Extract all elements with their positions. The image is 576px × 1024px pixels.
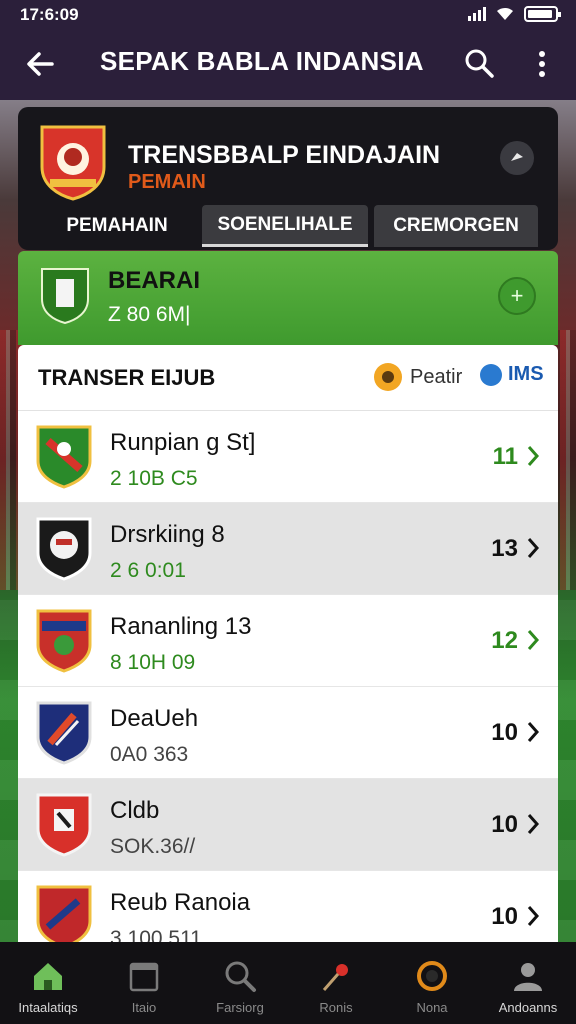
- chevron-right-icon: [527, 446, 540, 466]
- nav-item-home[interactable]: Intaalatiqs: [0, 942, 96, 1024]
- nav-item-whistle[interactable]: Ronis: [288, 942, 384, 1024]
- user-icon: [514, 963, 542, 991]
- nav-label: Nona: [416, 1000, 448, 1015]
- nav-item-ball[interactable]: Nona: [384, 942, 480, 1024]
- plus-icon[interactable]: +: [498, 277, 536, 315]
- nav-label: Farsiorg: [216, 1000, 264, 1015]
- list-item[interactable]: Reub Ranoia 3 100 511 10: [18, 871, 558, 942]
- club-name: Drsrkiing 8: [110, 521, 225, 548]
- chevron-right-icon: [527, 814, 540, 834]
- club-stat: 0A0 363: [110, 743, 189, 766]
- filter-peatir-label: Peatir: [410, 365, 463, 388]
- club-name: Reub Ranoia: [110, 889, 251, 916]
- nav-label: Itaio: [131, 1000, 157, 1015]
- club-name: Runpian g St]: [110, 429, 256, 456]
- club-count: 10: [491, 903, 518, 930]
- search-icon[interactable]: [462, 46, 496, 80]
- nav-label: Andoanns: [498, 1000, 558, 1015]
- chevron-right-icon: [527, 630, 540, 650]
- header-title: TRENSBBALP EINDAJAIN: [128, 141, 441, 169]
- bottom-navigation: Intaalatiqs Itaio Farsiorg Ronis Nona An…: [0, 942, 576, 1024]
- club-count: 10: [491, 811, 518, 838]
- filter-circle-icon: [374, 363, 402, 391]
- transfer-list-panel: TRANSER EIJUB Peatir IMS Runpian g St] 2…: [18, 345, 558, 942]
- nav-label: Ronis: [319, 1000, 353, 1015]
- club-count: 10: [491, 719, 518, 746]
- ball-icon: [417, 961, 447, 991]
- signal-icon: [468, 7, 486, 21]
- featured-banner[interactable]: BEARAI Z 80 6M| +: [18, 251, 558, 345]
- tab-bar: PEMAHAIN SOENELIHALE CREMORGEN: [18, 205, 558, 247]
- app-bar: SEPAK BABLA INDANSIA: [0, 30, 576, 100]
- banner-title: BEARAI: [108, 267, 201, 294]
- whistle-icon: [322, 964, 348, 991]
- club-logo-icon: [36, 885, 92, 942]
- wifi-icon: [497, 7, 513, 20]
- calendar-icon: [129, 962, 159, 992]
- club-name: Rananling 13: [110, 613, 252, 640]
- nav-item-profile[interactable]: Andoanns: [480, 942, 576, 1024]
- team-crest-icon: [40, 125, 106, 201]
- nav-item-search[interactable]: Farsiorg: [192, 942, 288, 1024]
- club-logo-icon: [36, 701, 92, 765]
- banner-value: Z 80 6M|: [108, 303, 191, 326]
- club-count: 13: [491, 535, 518, 562]
- nav-label: Intaalatiqs: [18, 1000, 78, 1015]
- club-stat: 2 6 0:01: [110, 559, 186, 582]
- club-name: Cldb: [110, 797, 160, 824]
- filter-badge-icon: [480, 363, 502, 386]
- team-header-card: TRENSBBALP EINDAJAIN PEMAIN PEMAHAIN SOE…: [18, 107, 558, 250]
- search-icon: [225, 961, 256, 992]
- club-logo-icon: [36, 793, 92, 857]
- list-title: TRANSER EIJUB: [38, 365, 216, 390]
- list-item[interactable]: DeaUeh 0A0 363 10: [18, 687, 558, 779]
- page-title: SEPAK BABLA INDANSIA: [100, 46, 424, 76]
- status-time: 17:6:09: [20, 5, 79, 24]
- club-logo-icon: [36, 425, 92, 489]
- battery-icon: [524, 6, 561, 22]
- club-name: DeaUeh: [110, 705, 199, 732]
- list-item[interactable]: Drsrkiing 8 2 6 0:01 13: [18, 503, 558, 595]
- club-stat: 2 10B C5: [110, 467, 198, 490]
- club-stat: SOK.36//: [110, 835, 196, 858]
- status-icons: [468, 6, 561, 22]
- arrow-left-icon[interactable]: [22, 46, 58, 82]
- filter-peatir[interactable]: Peatir: [374, 363, 462, 391]
- tab-pemain[interactable]: PEMAHAIN: [36, 205, 198, 247]
- club-stat: 8 10H 09: [110, 651, 196, 674]
- filter-ims[interactable]: IMS: [480, 363, 544, 386]
- tab-cremorgen[interactable]: CREMORGEN: [374, 205, 538, 247]
- status-bar: 17:6:09: [0, 0, 576, 30]
- nav-item-calendar[interactable]: Itaio: [96, 942, 192, 1024]
- club-count: 11: [492, 443, 518, 470]
- list-header: TRANSER EIJUB Peatir IMS: [18, 345, 558, 411]
- chevron-right-icon: [527, 538, 540, 558]
- list-item[interactable]: Cldb SOK.36// 10: [18, 779, 558, 871]
- more-vertical-icon[interactable]: [530, 46, 554, 82]
- tab-schedule[interactable]: SOENELIHALE: [202, 205, 368, 247]
- club-stat: 3 100 511: [110, 927, 202, 942]
- club-count: 12: [491, 627, 518, 654]
- club-logo-icon: [36, 609, 92, 673]
- list-item[interactable]: Runpian g St] 2 10B C5 11: [18, 411, 558, 503]
- header-subtitle: PEMAIN: [128, 171, 206, 193]
- shield-icon: [41, 268, 89, 325]
- chevron-right-icon: [527, 722, 540, 742]
- chevron-right-icon: [527, 906, 540, 926]
- club-logo-icon: [36, 517, 92, 581]
- home-icon: [34, 963, 62, 990]
- filter-ims-label: IMS: [508, 363, 544, 385]
- list-item[interactable]: Rananling 13 8 10H 09 12: [18, 595, 558, 687]
- ball-icon[interactable]: [500, 141, 534, 175]
